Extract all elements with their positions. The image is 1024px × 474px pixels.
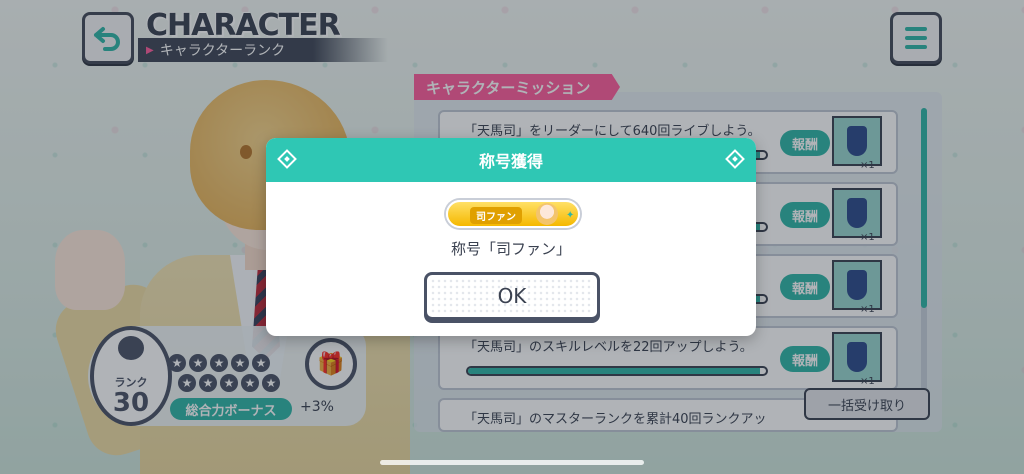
dialog-header: 称号獲得 [266,138,756,182]
dialog-title: 称号獲得 [478,152,543,171]
home-indicator[interactable] [380,460,644,465]
sparkle-icon: ✦ [566,210,575,221]
title-acquired-dialog: 称号獲得 司ファン ✦ 称号「司ファン」 OK [266,138,756,336]
dialog-message: 称号「司ファン」 [450,240,571,258]
title-badge: 司ファン ✦ [446,200,580,228]
ok-button[interactable]: OK [424,272,600,320]
diamond-icon [725,149,745,169]
chibi-icon [536,203,558,225]
badge-text: 司ファン [470,207,522,224]
diamond-icon [277,149,297,169]
ok-label: OK [497,284,527,308]
page: CHARACTER ▶ キャラクターランク ランク 30 ★ ★ ★ ★ ★ ★… [0,0,1024,474]
